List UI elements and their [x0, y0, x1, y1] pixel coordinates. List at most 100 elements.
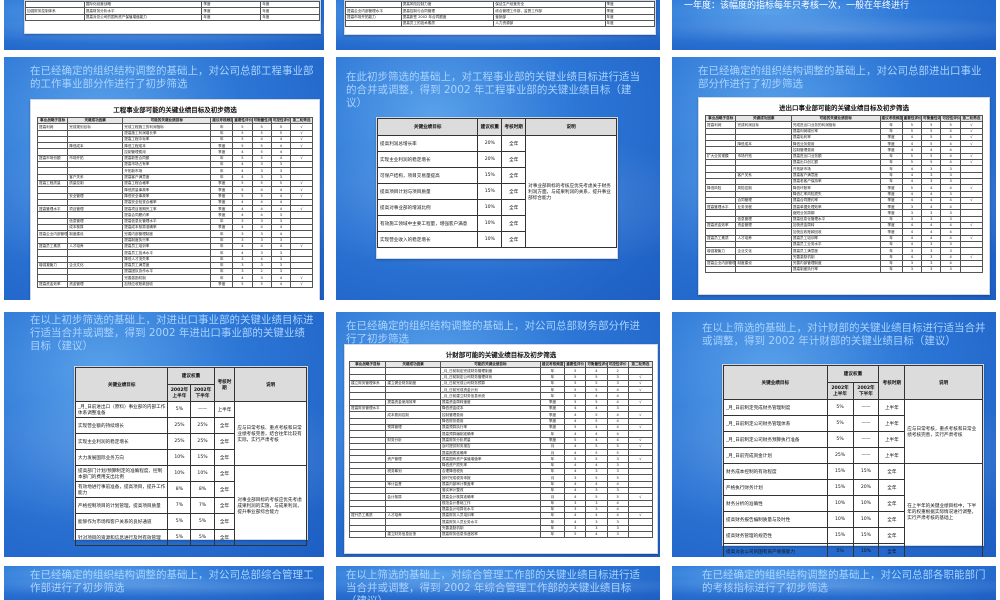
- kpi-period: 全年: [213, 433, 236, 450]
- table-cell: 人力资源部: [493, 19, 606, 28]
- table-row: 提高部门计划/预算制定的准确程度，控制本部门的费用支出比例 10% 10% 全年 对事业…: [74, 465, 307, 546]
- table-row: 提高资金效率 资金管理 加快应收账款回收 季度 5 5 4 √: [36, 280, 313, 289]
- screening-table: 事业战略子目标关键成功因素可能的关键业绩目标建议考核频度重要性评价可衡量性评价可…: [704, 114, 984, 274]
- kpi-weight-h2: 5%: [190, 529, 215, 546]
- slide-r4c1: 在已经确定的组织结构调整的基础上，对公司总部综合管理工作部进行了初步筛选: [4, 566, 324, 600]
- sheet-title: 进出口事业部可能的关键业绩目标及初步筛选: [779, 104, 909, 112]
- kpi-period: 全年: [501, 167, 527, 184]
- screening-sheet: 工程事业部可能的关键业绩目标及初步筛选 事业战略子目标 关键成功因素 可能的关键业绩…: [30, 99, 320, 300]
- kpi-weight-h1: 15%: [826, 463, 854, 480]
- column-header: 重要性评价: [232, 116, 253, 125]
- kpi-sheet: 关键业绩目标 建议权重 考核时期 说明 2002年上半年 2002年下半年 _月_日前制定完…: [722, 364, 984, 557]
- kpi-name: 严格控制项目的计划管理，提高项目质量: [74, 497, 169, 514]
- column-header: 重要性评价: [564, 360, 587, 369]
- kpi-period: 全年: [501, 135, 527, 152]
- table-header-row: 关键业绩目标 建议权重 考核时期 说明: [723, 365, 983, 400]
- kpi-weight-h1: 5%: [826, 431, 854, 448]
- kpi-weight-h2: 25%: [190, 433, 215, 450]
- kpi-weight-h2: 7%: [190, 497, 215, 514]
- table-cell: 提高对总公司的国有资产保值增值能力: [83, 13, 203, 21]
- column-subheader: 2002年上半年: [167, 384, 192, 402]
- slide-r3c1: 在以上初步筛选的基础上，对进出口事业部的关键业绩目标进行适当合并或调整，得到 2…: [4, 312, 324, 557]
- kpi-name: 可保产结构，项目交易量提高: [376, 167, 479, 184]
- kpi-weight-h1: 10%: [167, 465, 192, 482]
- table-cell: [25, 13, 85, 21]
- kpi-weight-h2: 15%: [190, 449, 215, 466]
- kpi-weight-h2: 10%: [852, 511, 880, 528]
- sheet-title: 计财部可能的关键业绩目标及初步筛选: [445, 351, 557, 359]
- column-header: 关键业绩目标: [376, 118, 479, 136]
- column-header: 建议考核频度: [879, 114, 903, 123]
- table-row: _月_日前制定完成财务管理制度 5% —— 上半年 应与日常考核，重点考核和日常业绩考核…: [723, 399, 983, 464]
- kpi-period: 全年: [213, 529, 236, 546]
- column-header: 可衡量性评价: [921, 114, 942, 123]
- kpi-weight-h1: 25%: [167, 433, 192, 450]
- kpi-weight-h2: ——: [852, 447, 880, 464]
- table-row: 提高对总公司的国有资产保值增值能力 年度 年度: [25, 13, 320, 21]
- slide-caption: 在已经确定的组织结构调整的基础上，对公司总部各职能部门的考核指标进行了初步筛选: [702, 569, 986, 594]
- column-header: 建议权重: [826, 365, 880, 383]
- table-cell: 提高企业内部管理: [36, 230, 69, 238]
- slide-r3c3: 在以上筛选的基础上，对计财部的关键业绩目标进行适当合并或调整，得到 2002 年…: [672, 312, 996, 557]
- table-row: 财务成本控制的有效程度 15% 15% 全年 在上半年的关键业绩目标中，下半年的权重根据…: [723, 463, 983, 557]
- slide-caption: 在已经确定的组织结构调整的基础上，对公司总部综合管理工作部进行了初步筛选: [30, 569, 314, 594]
- kpi-note: 应与日常考核，重点考核和日常业绩考核完善，实行严肃考核: [904, 399, 983, 464]
- kpi-name: _月_日前制定公司财务预算执行准备: [723, 431, 828, 448]
- kpi-sheet: 关键业绩目标 建议权重 考核时期 说明 2002年上半年 2002年下半年 _月_日前进出口…: [74, 366, 308, 546]
- kpi-period: 全年: [501, 215, 527, 232]
- column-header: 第二轮筛选: [290, 116, 313, 125]
- check-mark: [627, 530, 654, 539]
- kpi-name: 严格执行财务计划: [723, 479, 828, 496]
- column-header: 说明: [904, 365, 983, 400]
- kpi-weight-h2: 20%: [852, 479, 880, 496]
- screening-sheet: 进出口事业部可能的关键业绩目标及初步筛选 事业战略子目标 关键成功因素 可能的关键业…: [698, 97, 990, 295]
- table-row: 提高制度执行率年 3 3 3: [704, 266, 984, 274]
- kpi-weight-h1: 5%: [167, 529, 192, 546]
- table-row: 建立财务信息反馈 提高财务信息传递效率年 5 4 3: [348, 530, 654, 539]
- column-header: 说明: [525, 118, 617, 136]
- kpi-weight-h1: 15%: [826, 527, 854, 544]
- slide-r1c3: 一年度：该幅度的指标每年只考核一次，一般在年终进行: [672, 0, 996, 50]
- column-header: 可控性评价: [940, 114, 961, 123]
- slide-r2c1: 在已经确定的组织结构调整的基础上，对公司总部工程事业部的工作事业部分作进行了初步…: [4, 57, 324, 300]
- kpi-weight-h2: 25%: [190, 417, 215, 434]
- kpi-period: 全年: [213, 449, 236, 466]
- note-text: 一年度：该幅度的指标每年只考核一次，一般在年终进行: [684, 1, 910, 11]
- kpi-table: 关键业绩目标 建议权重 考核时期 说明 2002年上半年 2002年下半年 _月_日前制定完…: [723, 365, 983, 557]
- column-header: 事业战略子目标: [36, 116, 69, 125]
- column-header: 第二轮筛选: [627, 360, 654, 369]
- kpi-name: _月_日前进出口（原料）事业部的内部工作体系调整准备: [74, 401, 169, 418]
- kpi-weight: 15%: [477, 183, 503, 200]
- slide-r3c2: 在已经确定的组织结构调整的基础上，对公司总部财务部分作进行了初步筛选 计财部可能…: [336, 312, 660, 557]
- kpi-name: 实现营业收入的稳定增长: [376, 231, 479, 248]
- kpi-weight-h1: 5%: [826, 399, 854, 416]
- kpi-period: 全年: [878, 511, 906, 528]
- kpi-period: 全年: [213, 417, 236, 434]
- screening-table: 事业战略子目标关键成功因素可能的关键业绩目标建议考核频度重要性评价可衡量性评价可…: [348, 360, 654, 539]
- kpi-period: 全年: [501, 199, 527, 216]
- table-cell: 提高制度执行率: [790, 266, 881, 274]
- kpi-weight-h2: ——: [852, 431, 880, 448]
- table-cell: 3: [901, 266, 923, 274]
- column-subheader: 2002年下半年: [190, 384, 215, 402]
- table-cell: 建立财务信息反馈: [385, 530, 441, 539]
- kpi-table: 关键业绩目标 建议权重 考核时期 说明 2002年上半年 2002年下半年 _月_日前进出口…: [74, 367, 307, 546]
- kpi-period: 全年: [213, 497, 236, 514]
- column-header: 说明: [234, 367, 307, 402]
- kpi-weight: 10%: [477, 199, 503, 216]
- kpi-weight-h2: 10%: [190, 465, 215, 482]
- kpi-name: 有效施工领域中主要工程量，增强客户满意: [376, 215, 479, 232]
- kpi-period: 上半年: [878, 431, 906, 448]
- kpi-period: 全年: [501, 151, 527, 168]
- table-header-row: 关键业绩目标 建议权重 考核时期 说明: [74, 367, 307, 402]
- kpi-weight-h2: 5%: [190, 513, 215, 530]
- table-cell: [735, 266, 792, 274]
- kpi-period: 全年: [878, 463, 906, 480]
- table-cell: 3: [606, 530, 629, 539]
- column-header: 关键业绩目标: [723, 365, 828, 400]
- table-cell: [345, 19, 402, 28]
- slide-caption: 在以上初步筛选的基础上，对进出口事业部的关键业绩目标进行适当合并或调整，得到 2…: [30, 314, 314, 352]
- kpi-note: 在上半年的关键业绩目标中，下半年的权重根据实际情况进行调整，实行严肃考核的基础上: [904, 463, 983, 557]
- table-cell: 季度: [210, 280, 234, 289]
- table-header-row: 关键业绩目标 建议权重 考核时期 说明: [376, 118, 617, 136]
